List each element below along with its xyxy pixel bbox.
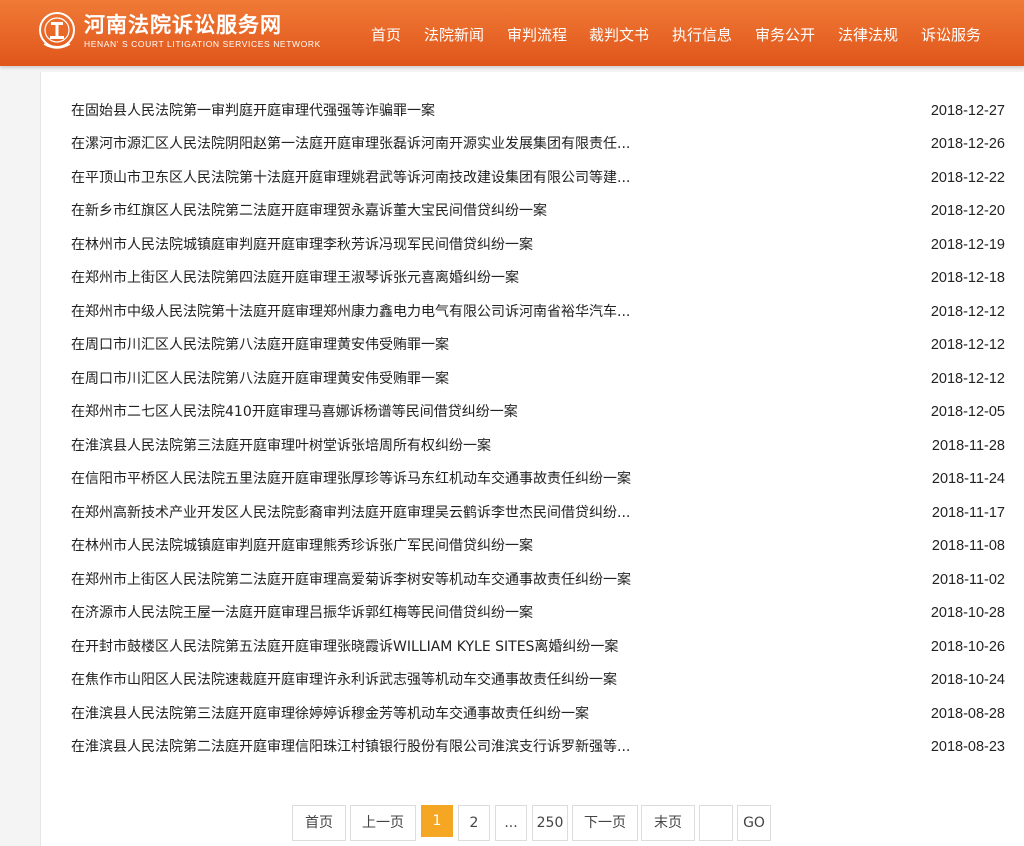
case-title[interactable]: 在平顶山市卫东区人民法院第十法庭开庭审理姚君武等诉河南技改建设集团有限公司等建.… — [71, 167, 630, 189]
list-item[interactable]: 在林州市人民法院城镇庭审判庭开庭审理李秋芳诉冯现军民间借贷纠纷一案 2018-1… — [71, 234, 1005, 256]
nav-trial-process[interactable]: 审判流程 — [507, 24, 567, 45]
case-title[interactable]: 在开封市鼓楼区人民法院第五法庭开庭审理张晓霞诉WILLIAM KYLE SITE… — [71, 636, 618, 658]
case-date: 2018-08-23 — [930, 739, 1005, 755]
list-item[interactable]: 在济源市人民法院王屋一法庭开庭审理吕振华诉郭红梅等民间借贷纠纷一案 2018-1… — [71, 602, 1005, 624]
case-title[interactable]: 在信阳市平桥区人民法院五里法庭开庭审理张厚珍等诉马东红机动车交通事故责任纠纷一案 — [71, 468, 631, 490]
list-item[interactable]: 在平顶山市卫东区人民法院第十法庭开庭审理姚君武等诉河南技改建设集团有限公司等建.… — [71, 167, 1005, 189]
case-title[interactable]: 在周口市川汇区人民法院第八法庭开庭审理黄安伟受贿罪一案 — [71, 368, 449, 390]
case-title[interactable]: 在郑州市上街区人民法院第四法庭开庭审理王淑琴诉张元喜离婚纠纷一案 — [71, 267, 519, 289]
case-date: 2018-12-18 — [930, 270, 1005, 286]
case-date: 2018-12-22 — [930, 170, 1005, 186]
case-title[interactable]: 在郑州市上街区人民法院第二法庭开庭审理高爱菊诉李树安等机动车交通事故责任纠纷一案 — [71, 569, 631, 591]
case-date: 2018-10-26 — [930, 639, 1005, 655]
nav-court-news[interactable]: 法院新闻 — [424, 24, 484, 45]
case-title[interactable]: 在郑州市二七区人民法院410开庭审理马喜娜诉杨谱等民间借贷纠纷一案 — [71, 401, 518, 423]
list-item[interactable]: 在信阳市平桥区人民法院五里法庭开庭审理张厚珍等诉马东红机动车交通事故责任纠纷一案… — [71, 468, 1005, 490]
case-date: 2018-12-20 — [930, 203, 1005, 219]
case-date: 2018-10-24 — [930, 672, 1005, 688]
case-title[interactable]: 在林州市人民法院城镇庭审判庭开庭审理李秋芳诉冯现军民间借贷纠纷一案 — [71, 234, 533, 256]
nav-judgments[interactable]: 裁判文书 — [589, 24, 649, 45]
case-date: 2018-12-05 — [930, 404, 1005, 420]
list-item[interactable]: 在周口市川汇区人民法院第八法庭开庭审理黄安伟受贿罪一案 2018-12-12 — [71, 368, 1005, 390]
case-date: 2018-08-28 — [930, 706, 1005, 722]
case-date: 2018-11-08 — [931, 538, 1005, 554]
list-item[interactable]: 在郑州市二七区人民法院410开庭审理马喜娜诉杨谱等民间借贷纠纷一案 2018-1… — [71, 401, 1005, 423]
site-header: 河南法院诉讼服务网 HENAN' S COURT LITIGATION SERV… — [0, 0, 1024, 66]
last-page-button[interactable]: 末页 — [641, 805, 695, 841]
case-title[interactable]: 在淮滨县人民法院第三法庭开庭审理叶树堂诉张培周所有权纠纷一案 — [71, 435, 491, 457]
case-title[interactable]: 在新乡市红旗区人民法院第二法庭开庭审理贺永嘉诉董大宝民间借贷纠纷一案 — [71, 200, 547, 222]
go-button[interactable]: GO — [737, 805, 771, 841]
case-date: 2018-12-19 — [930, 237, 1005, 253]
site-subtitle: HENAN' S COURT LITIGATION SERVICES NETWO… — [84, 39, 321, 49]
case-title[interactable]: 在固始县人民法院第一审判庭开庭审理代强强等诈骗罪一案 — [71, 100, 435, 122]
nav-laws[interactable]: 法律法规 — [838, 24, 898, 45]
list-item[interactable]: 在淮滨县人民法院第二法庭开庭审理信阳珠江村镇银行股份有限公司淮滨支行诉罗新强等.… — [71, 736, 1005, 758]
case-date: 2018-11-17 — [931, 505, 1005, 521]
list-item[interactable]: 在郑州市中级人民法院第十法庭开庭审理郑州康力鑫电力电气有限公司诉河南省裕华汽车.… — [71, 301, 1005, 323]
jump-page-input[interactable] — [699, 805, 733, 841]
page-2-button[interactable]: 2 — [458, 805, 490, 841]
nav-litigation-services[interactable]: 诉讼服务 — [921, 24, 981, 45]
nav-court-affairs[interactable]: 审务公开 — [755, 24, 815, 45]
list-item[interactable]: 在新乡市红旗区人民法院第二法庭开庭审理贺永嘉诉董大宝民间借贷纠纷一案 2018-… — [71, 200, 1005, 222]
case-title[interactable]: 在郑州市中级人民法院第十法庭开庭审理郑州康力鑫电力电气有限公司诉河南省裕华汽车.… — [71, 301, 630, 323]
case-date: 2018-11-28 — [931, 438, 1005, 454]
list-item[interactable]: 在固始县人民法院第一审判庭开庭审理代强强等诈骗罪一案 2018-12-27 — [71, 100, 1005, 122]
case-date: 2018-11-24 — [931, 471, 1005, 487]
list-item[interactable]: 在焦作市山阳区人民法院速裁庭开庭审理许永利诉武志强等机动车交通事故责任纠纷一案 … — [71, 669, 1005, 691]
case-title[interactable]: 在漯河市源汇区人民法院阴阳赵第一法庭开庭审理张磊诉河南开源实业发展集团有限责任.… — [71, 133, 630, 155]
site-title[interactable]: 河南法院诉讼服务网 — [84, 9, 282, 39]
list-item[interactable]: 在郑州市上街区人民法院第二法庭开庭审理高爱菊诉李树安等机动车交通事故责任纠纷一案… — [71, 569, 1005, 591]
case-title[interactable]: 在淮滨县人民法院第二法庭开庭审理信阳珠江村镇银行股份有限公司淮滨支行诉罗新强等.… — [71, 736, 630, 758]
list-item[interactable]: 在郑州高新技术产业开发区人民法院彭裔审判法庭开庭审理吴云鹤诉李世杰民间借贷纠纷.… — [71, 502, 1005, 524]
case-title[interactable]: 在林州市人民法院城镇庭审判庭开庭审理熊秀珍诉张广军民间借贷纠纷一案 — [71, 535, 533, 557]
list-item[interactable]: 在开封市鼓楼区人民法院第五法庭开庭审理张晓霞诉WILLIAM KYLE SITE… — [71, 636, 1005, 658]
nav-enforcement[interactable]: 执行信息 — [672, 24, 732, 45]
case-date: 2018-11-02 — [931, 572, 1005, 588]
case-title[interactable]: 在淮滨县人民法院第三法庭开庭审理徐婷婷诉穆金芳等机动车交通事故责任纠纷一案 — [71, 703, 589, 725]
case-title[interactable]: 在济源市人民法院王屋一法庭开庭审理吕振华诉郭红梅等民间借贷纠纷一案 — [71, 602, 533, 624]
page-ellipsis: ... — [495, 805, 527, 841]
list-item[interactable]: 在淮滨县人民法院第三法庭开庭审理徐婷婷诉穆金芳等机动车交通事故责任纠纷一案 20… — [71, 703, 1005, 725]
case-title[interactable]: 在焦作市山阳区人民法院速裁庭开庭审理许永利诉武志强等机动车交通事故责任纠纷一案 — [71, 669, 617, 691]
current-page-button[interactable]: 1 — [421, 805, 453, 837]
list-item[interactable]: 在郑州市上街区人民法院第四法庭开庭审理王淑琴诉张元喜离婚纠纷一案 2018-12… — [71, 267, 1005, 289]
list-item[interactable]: 在漯河市源汇区人民法院阴阳赵第一法庭开庭审理张磊诉河南开源实业发展集团有限责任.… — [71, 133, 1005, 155]
case-date: 2018-12-12 — [930, 337, 1005, 353]
case-title[interactable]: 在郑州高新技术产业开发区人民法院彭裔审判法庭开庭审理吴云鹤诉李世杰民间借贷纠纷.… — [71, 502, 630, 524]
case-title[interactable]: 在周口市川汇区人民法院第八法庭开庭审理黄安伟受贿罪一案 — [71, 334, 449, 356]
case-date: 2018-12-12 — [930, 371, 1005, 387]
case-date: 2018-10-28 — [930, 605, 1005, 621]
court-emblem-icon[interactable] — [38, 8, 76, 54]
list-item[interactable]: 在周口市川汇区人民法院第八法庭开庭审理黄安伟受贿罪一案 2018-12-12 — [71, 334, 1005, 356]
last-number-page-button[interactable]: 250 — [532, 805, 568, 841]
first-page-button[interactable]: 首页 — [292, 805, 346, 841]
case-date: 2018-12-26 — [930, 136, 1005, 152]
list-item[interactable]: 在淮滨县人民法院第三法庭开庭审理叶树堂诉张培周所有权纠纷一案 2018-11-2… — [71, 435, 1005, 457]
case-date: 2018-12-12 — [930, 304, 1005, 320]
case-list-panel: 在固始县人民法院第一审判庭开庭审理代强强等诈骗罪一案 2018-12-27 在漯… — [40, 72, 1024, 846]
next-page-button[interactable]: 下一页 — [572, 805, 638, 841]
case-date: 2018-12-27 — [930, 103, 1005, 119]
list-item[interactable]: 在林州市人民法院城镇庭审判庭开庭审理熊秀珍诉张广军民间借贷纠纷一案 2018-1… — [71, 535, 1005, 557]
prev-page-button[interactable]: 上一页 — [350, 805, 416, 841]
nav-home[interactable]: 首页 — [371, 24, 401, 45]
